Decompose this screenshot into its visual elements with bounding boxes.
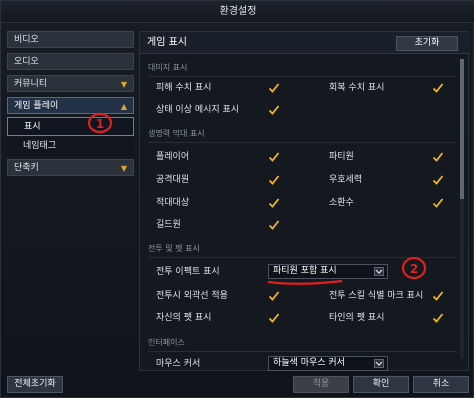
checkbox[interactable] <box>432 151 444 163</box>
nav-item-label: 비디오 <box>14 35 39 45</box>
reset-button[interactable]: 초기화 <box>396 36 458 51</box>
settings-nav: 비디오 오디오 커뮤니티 ▼ 게임 플레이 ▲ 표시 네임태그 단축키 ▼ <box>7 31 134 181</box>
checkbox[interactable] <box>432 197 444 209</box>
dropdown-value: 하늘색 마우스 커서 <box>273 358 345 368</box>
chevron-down-icon <box>374 359 384 368</box>
mouse-cursor-dropdown[interactable]: 하늘색 마우스 커서 <box>268 356 388 371</box>
section-header: 인터페이스 <box>148 338 185 347</box>
nav-item-community[interactable]: 커뮤니티 ▼ <box>7 75 134 92</box>
option-label: 공격대원 <box>156 175 190 185</box>
chevron-down-icon <box>374 267 384 276</box>
nav-item-gameplay[interactable]: 게임 플레이 ▲ <box>7 97 134 114</box>
nav-item-video[interactable]: 비디오 <box>7 31 134 48</box>
section-header: 생명력 막대 표시 <box>148 129 205 138</box>
checkbox[interactable] <box>268 219 280 231</box>
checkbox[interactable] <box>268 151 280 163</box>
ok-button[interactable]: 확인 <box>353 376 409 393</box>
checkbox[interactable] <box>268 290 280 302</box>
page-title: 게임 표시 <box>147 37 187 48</box>
divider <box>148 257 456 258</box>
option-label: 자신의 펫 표시 <box>156 313 212 323</box>
nav-item-label: 단축키 <box>14 163 39 173</box>
content-header: 게임 표시 초기화 <box>140 32 470 54</box>
dropdown-value: 파티원 포함 표시 <box>273 266 337 276</box>
checkbox[interactable] <box>432 312 444 324</box>
checkbox[interactable] <box>268 174 280 186</box>
nav-item-hotkeys[interactable]: 단축키 ▼ <box>7 159 134 176</box>
checkbox[interactable] <box>268 104 280 116</box>
divider <box>148 351 456 352</box>
content-panel: 게임 표시 초기화 대미지 표시 피해 수치 표시 회복 수치 표시 상태 이상… <box>139 31 470 372</box>
section-header: 전투 및 펫 표시 <box>148 244 200 253</box>
nav-subitem-display[interactable]: 표시 <box>7 117 134 136</box>
settings-window: 환경설정 비디오 오디오 커뮤니티 ▼ 게임 플레이 ▲ 표시 네임태그 단축키 ▼ … <box>0 0 474 398</box>
scrollbar[interactable] <box>460 59 464 359</box>
nav-subitem-label: 네임태그 <box>23 141 57 151</box>
checkbox[interactable] <box>432 290 444 302</box>
checkbox[interactable] <box>432 82 444 94</box>
option-label: 전투 스킬 식별 마크 표시 <box>329 291 424 301</box>
window-title: 환경설정 <box>1 1 474 23</box>
option-label: 상태 이상 메시지 표시 <box>156 105 240 115</box>
option-label: 소환수 <box>329 198 354 208</box>
divider <box>148 76 456 77</box>
option-label: 전투 이펙트 표시 <box>156 267 220 277</box>
nav-subitem-label: 표시 <box>24 122 41 132</box>
nav-subitem-nametag[interactable]: 네임태그 <box>7 137 134 156</box>
scrollbar-thumb[interactable] <box>460 59 464 199</box>
option-label: 파티원 <box>329 152 354 162</box>
checkbox[interactable] <box>268 197 280 209</box>
apply-button[interactable]: 적용 <box>293 376 349 393</box>
option-label: 회복 수치 표시 <box>329 83 385 93</box>
combat-effect-dropdown[interactable]: 파티원 포함 표시 <box>268 264 388 279</box>
option-label: 플레이어 <box>156 152 190 162</box>
checkbox[interactable] <box>268 312 280 324</box>
chevron-down-icon: ▼ <box>120 164 127 173</box>
option-label: 적대대상 <box>156 198 190 208</box>
option-label: 피해 수치 표시 <box>156 83 212 93</box>
nav-item-audio[interactable]: 오디오 <box>7 53 134 70</box>
chevron-up-icon: ▲ <box>120 102 127 111</box>
checkbox[interactable] <box>268 82 280 94</box>
chevron-down-icon: ▼ <box>120 80 127 89</box>
option-label: 전투시 외곽선 적용 <box>156 291 228 301</box>
cancel-button[interactable]: 취소 <box>413 376 469 393</box>
nav-item-label: 게임 플레이 <box>14 101 59 111</box>
divider <box>148 142 456 143</box>
checkbox[interactable] <box>432 174 444 186</box>
nav-item-label: 커뮤니티 <box>14 79 48 89</box>
reset-all-button[interactable]: 전체초기화 <box>7 376 63 393</box>
options-list: 대미지 표시 피해 수치 표시 회복 수치 표시 상태 이상 메시지 표시 생명… <box>140 55 470 372</box>
option-label: 길드원 <box>156 220 181 230</box>
section-header: 대미지 표시 <box>148 63 188 72</box>
option-label: 우호세력 <box>329 175 363 185</box>
nav-item-label: 오디오 <box>14 57 39 67</box>
option-label: 마우스 커서 <box>156 359 201 369</box>
option-label: 타인의 펫 표시 <box>329 313 385 323</box>
